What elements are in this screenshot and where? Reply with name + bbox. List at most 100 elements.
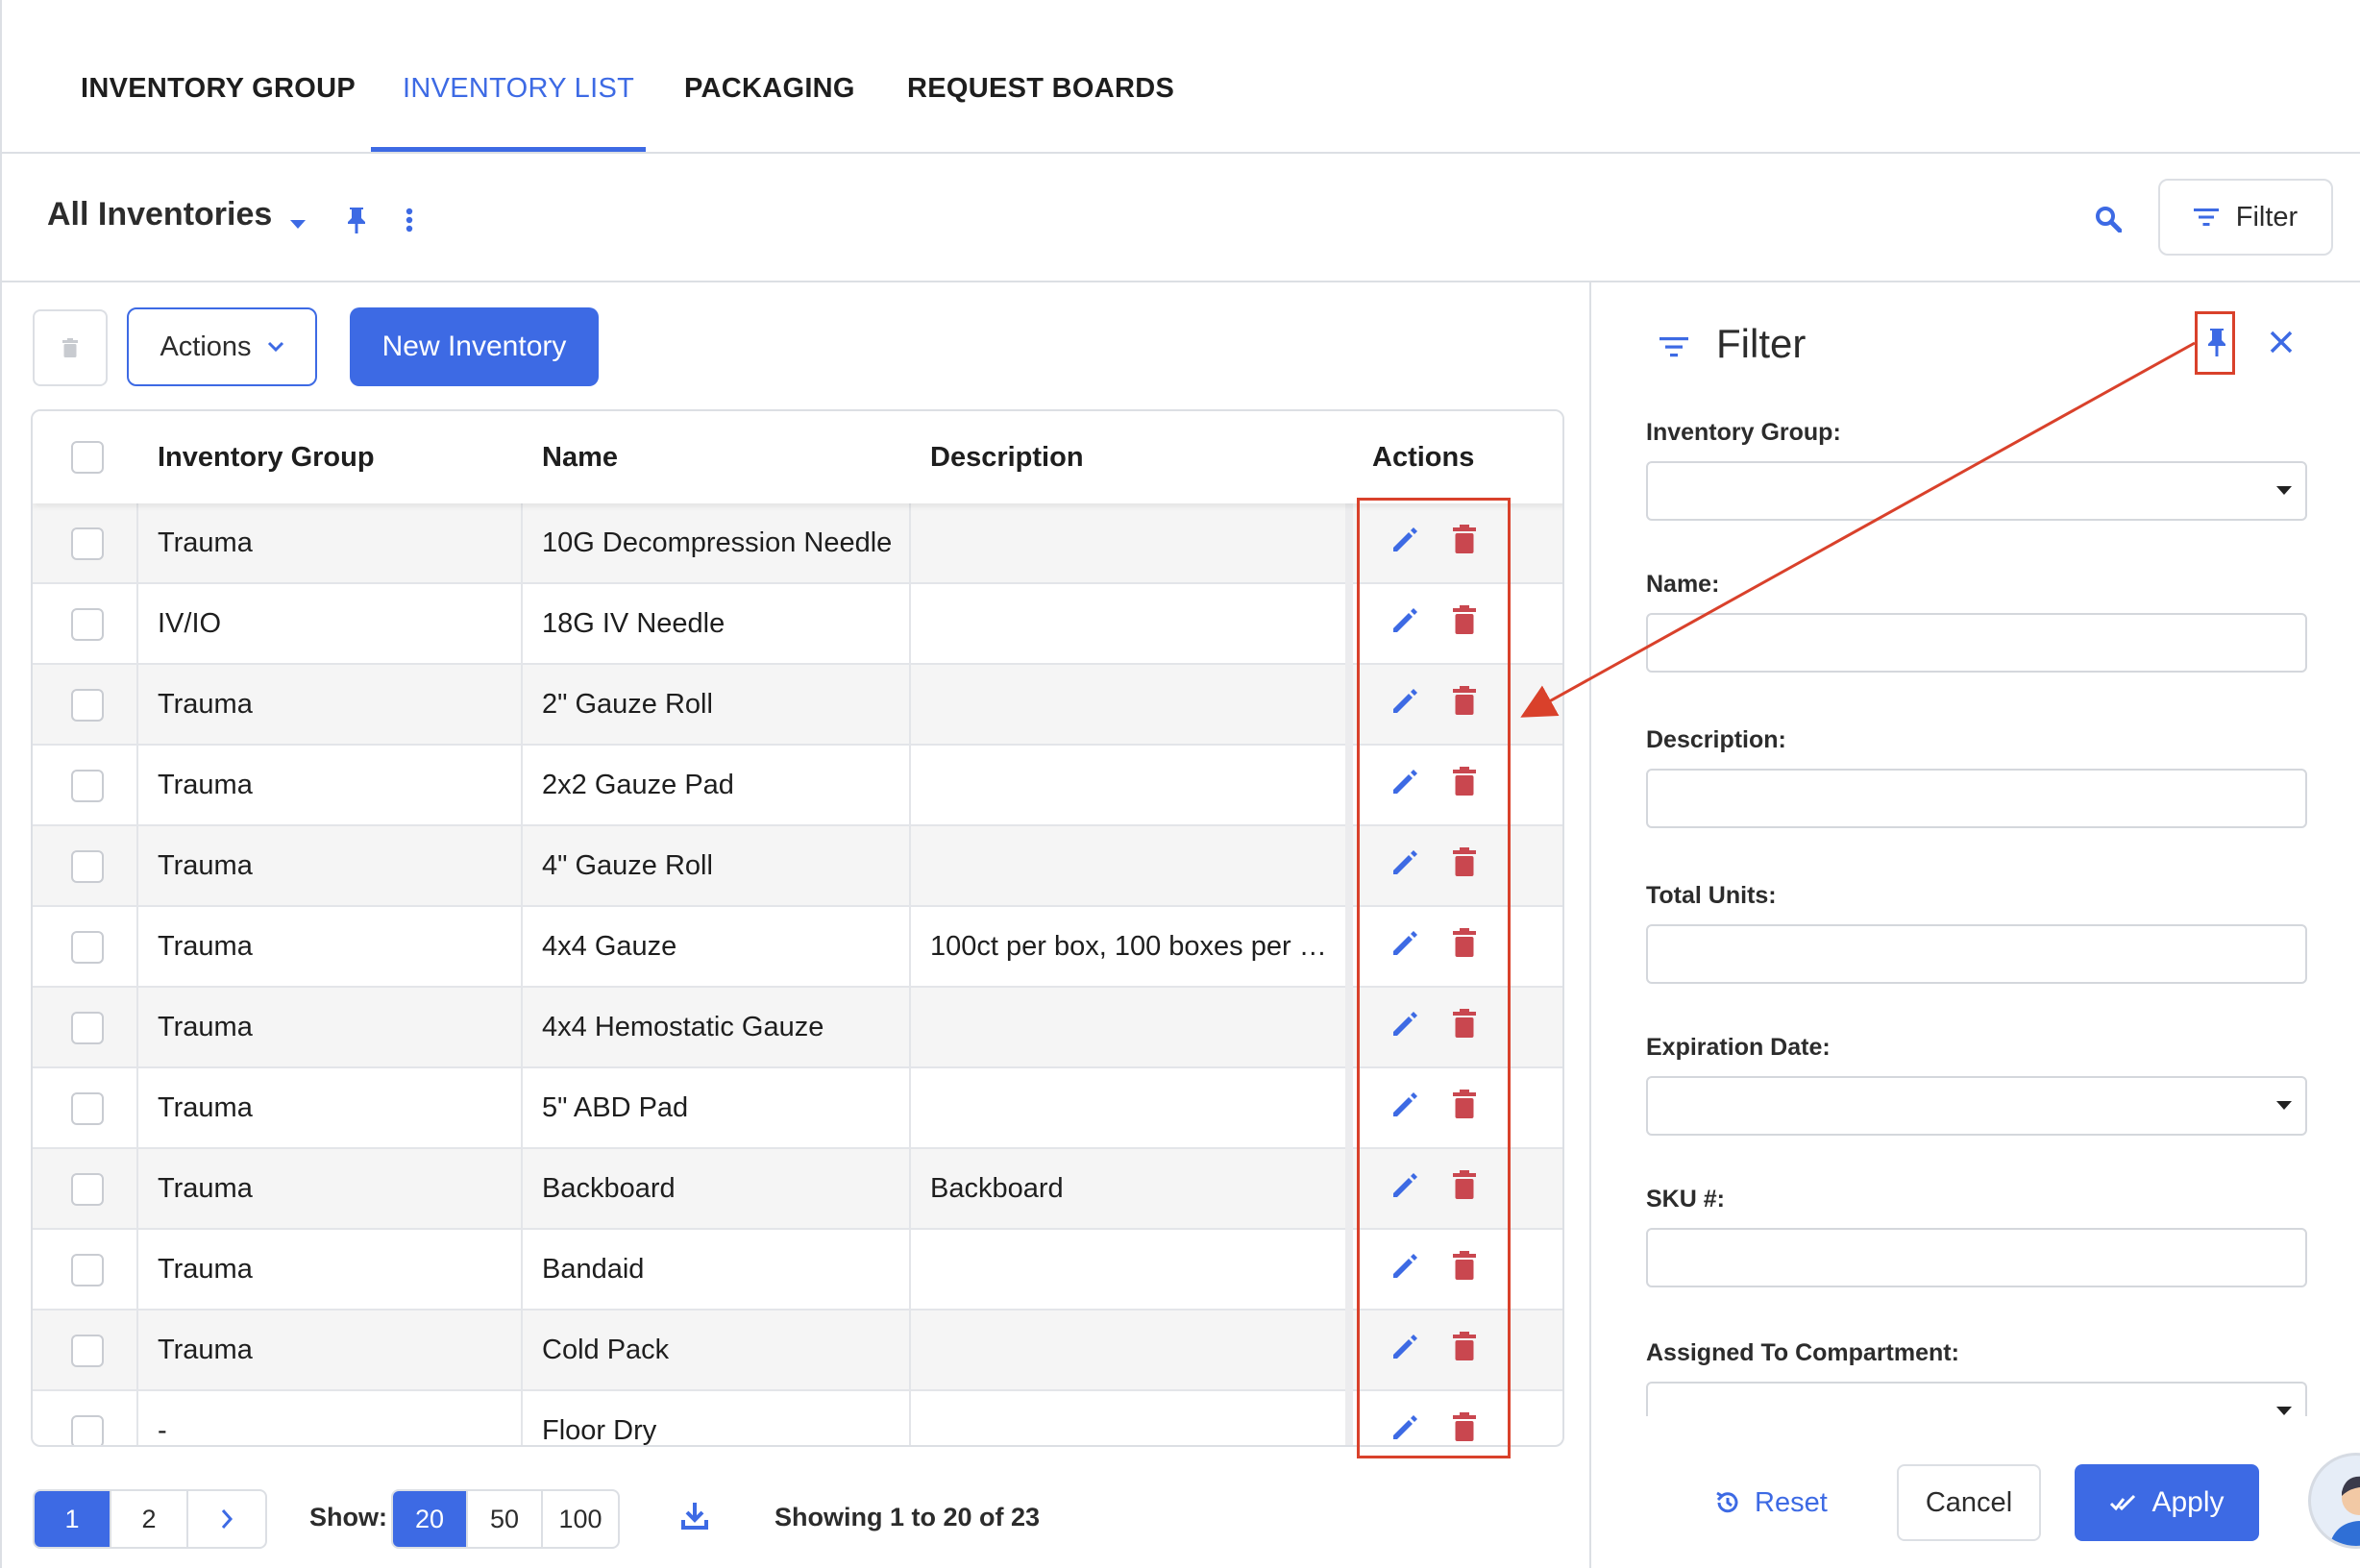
expiration-date-select[interactable] bbox=[1646, 1076, 2307, 1136]
row-checkbox[interactable] bbox=[71, 1173, 104, 1206]
edit-icon[interactable] bbox=[1389, 1251, 1426, 1287]
page-size-50[interactable]: 50 bbox=[468, 1491, 543, 1547]
row-checkbox[interactable] bbox=[71, 527, 104, 560]
cell-inventory-group: Trauma bbox=[158, 1172, 253, 1204]
caret-down-icon[interactable] bbox=[286, 213, 309, 236]
double-check-icon bbox=[2110, 1494, 2136, 1511]
tab-packaging[interactable]: PACKAGING bbox=[684, 73, 855, 105]
table-row[interactable]: Trauma 2" Gauze Roll bbox=[33, 665, 1562, 746]
delete-icon[interactable] bbox=[1453, 1412, 1486, 1445]
bulk-delete-button[interactable] bbox=[33, 309, 108, 386]
edit-icon[interactable] bbox=[1389, 847, 1426, 884]
download-icon[interactable] bbox=[680, 1501, 717, 1537]
edit-icon[interactable] bbox=[1389, 1332, 1426, 1368]
delete-icon[interactable] bbox=[1453, 1090, 1486, 1126]
filter-button[interactable]: Filter bbox=[2158, 179, 2333, 256]
edit-icon[interactable] bbox=[1389, 686, 1426, 723]
more-vertical-icon[interactable] bbox=[398, 204, 421, 236]
description-field[interactable] bbox=[1646, 769, 2307, 828]
tab-request-boards[interactable]: REQUEST BOARDS bbox=[907, 73, 1174, 105]
inventory-group-select[interactable] bbox=[1646, 461, 2307, 521]
row-checkbox[interactable] bbox=[71, 1254, 104, 1286]
row-checkbox[interactable] bbox=[71, 770, 104, 802]
edit-icon[interactable] bbox=[1389, 1090, 1426, 1126]
delete-icon[interactable] bbox=[1453, 847, 1486, 884]
edit-icon[interactable] bbox=[1389, 605, 1426, 642]
table-row[interactable]: Trauma Backboard Backboard bbox=[33, 1149, 1562, 1230]
name-field[interactable] bbox=[1646, 613, 2307, 673]
search-icon[interactable] bbox=[2091, 202, 2126, 236]
tab-inventory-group[interactable]: INVENTORY GROUP bbox=[81, 73, 356, 105]
apply-button[interactable]: Apply bbox=[2075, 1464, 2259, 1541]
view-title[interactable]: All Inventories bbox=[47, 196, 272, 233]
delete-icon[interactable] bbox=[1453, 686, 1486, 723]
caret-down-icon bbox=[2276, 486, 2292, 495]
table-row[interactable]: Trauma 4" Gauze Roll bbox=[33, 826, 1562, 907]
column-header-description[interactable]: Description bbox=[911, 411, 1084, 503]
inventory-list-area: Actions New Inventory Inventory Group Na… bbox=[0, 282, 1589, 1568]
delete-icon[interactable] bbox=[1453, 1170, 1486, 1207]
close-icon[interactable] bbox=[2264, 325, 2299, 359]
edit-icon[interactable] bbox=[1389, 928, 1426, 965]
pin-icon[interactable] bbox=[340, 204, 373, 236]
delete-icon[interactable] bbox=[1453, 525, 1486, 561]
new-inventory-button[interactable]: New Inventory bbox=[350, 307, 599, 386]
cell-name: 4x4 Gauze bbox=[542, 930, 677, 962]
table-row[interactable]: Trauma 5" ABD Pad bbox=[33, 1068, 1562, 1149]
cell-description: 100ct per box, 100 boxes per … bbox=[930, 930, 1327, 962]
column-header-inventory-group[interactable]: Inventory Group bbox=[138, 411, 375, 503]
inventory-group-label: Inventory Group: bbox=[1646, 419, 1841, 446]
table-row[interactable]: IV/IO 18G IV Needle bbox=[33, 584, 1562, 665]
table-row[interactable]: Trauma 4x4 Gauze 100ct per box, 100 boxes … bbox=[33, 907, 1562, 988]
filter-icon bbox=[2193, 208, 2219, 226]
cancel-button[interactable]: Cancel bbox=[1897, 1464, 2041, 1541]
pin-panel-icon[interactable] bbox=[2202, 321, 2231, 363]
edit-icon[interactable] bbox=[1389, 525, 1426, 561]
delete-icon[interactable] bbox=[1453, 767, 1486, 803]
edit-icon[interactable] bbox=[1389, 1412, 1426, 1445]
row-checkbox[interactable] bbox=[71, 1415, 104, 1445]
select-all-checkbox[interactable] bbox=[71, 441, 104, 474]
delete-icon[interactable] bbox=[1453, 605, 1486, 642]
row-checkbox[interactable] bbox=[71, 850, 104, 883]
row-checkbox[interactable] bbox=[71, 1092, 104, 1125]
delete-icon[interactable] bbox=[1453, 1251, 1486, 1287]
cell-inventory-group: Trauma bbox=[158, 1253, 253, 1285]
actions-dropdown[interactable]: Actions bbox=[127, 307, 317, 386]
total-units-field[interactable] bbox=[1646, 924, 2307, 984]
delete-icon[interactable] bbox=[1453, 1332, 1486, 1368]
column-header-name[interactable]: Name bbox=[523, 411, 618, 503]
delete-icon[interactable] bbox=[1453, 928, 1486, 965]
table-row[interactable]: Trauma Cold Pack bbox=[33, 1311, 1562, 1391]
tab-inventory-list[interactable]: INVENTORY LIST bbox=[403, 73, 634, 105]
edit-icon[interactable] bbox=[1389, 767, 1426, 803]
sku-field[interactable] bbox=[1646, 1228, 2307, 1287]
page-size-20[interactable]: 20 bbox=[393, 1491, 468, 1547]
table-header: Inventory Group Name Description Actions bbox=[33, 411, 1562, 503]
table-row[interactable]: Trauma 4x4 Hemostatic Gauze bbox=[33, 988, 1562, 1068]
assigned-compartment-select[interactable] bbox=[1646, 1382, 2307, 1420]
row-checkbox[interactable] bbox=[71, 1012, 104, 1044]
table-row[interactable]: Trauma Bandaid bbox=[33, 1230, 1562, 1311]
table-row[interactable]: - Floor Dry bbox=[33, 1391, 1562, 1445]
cell-inventory-group: Trauma bbox=[158, 1091, 253, 1123]
next-page-button[interactable] bbox=[188, 1491, 265, 1547]
row-checkbox[interactable] bbox=[71, 1335, 104, 1367]
description-label: Description: bbox=[1646, 726, 1786, 753]
page-1-button[interactable]: 1 bbox=[35, 1491, 111, 1547]
row-checkbox[interactable] bbox=[71, 608, 104, 641]
page-size-100[interactable]: 100 bbox=[543, 1491, 618, 1547]
cell-name: 4x4 Hemostatic Gauze bbox=[542, 1011, 824, 1042]
delete-icon[interactable] bbox=[1453, 1009, 1486, 1045]
cell-name: 2" Gauze Roll bbox=[542, 688, 713, 720]
cell-name: 18G IV Needle bbox=[542, 607, 725, 639]
row-checkbox[interactable] bbox=[71, 689, 104, 722]
table-row[interactable]: Trauma 10G Decompression Needle bbox=[33, 503, 1562, 584]
row-checkbox[interactable] bbox=[71, 931, 104, 964]
reset-button[interactable]: Reset bbox=[1714, 1464, 1828, 1541]
table-row[interactable]: Trauma 2x2 Gauze Pad bbox=[33, 746, 1562, 826]
edit-icon[interactable] bbox=[1389, 1009, 1426, 1045]
edit-icon[interactable] bbox=[1389, 1170, 1426, 1207]
page-2-button[interactable]: 2 bbox=[111, 1491, 188, 1547]
expiration-date-label: Expiration Date: bbox=[1646, 1034, 1831, 1061]
